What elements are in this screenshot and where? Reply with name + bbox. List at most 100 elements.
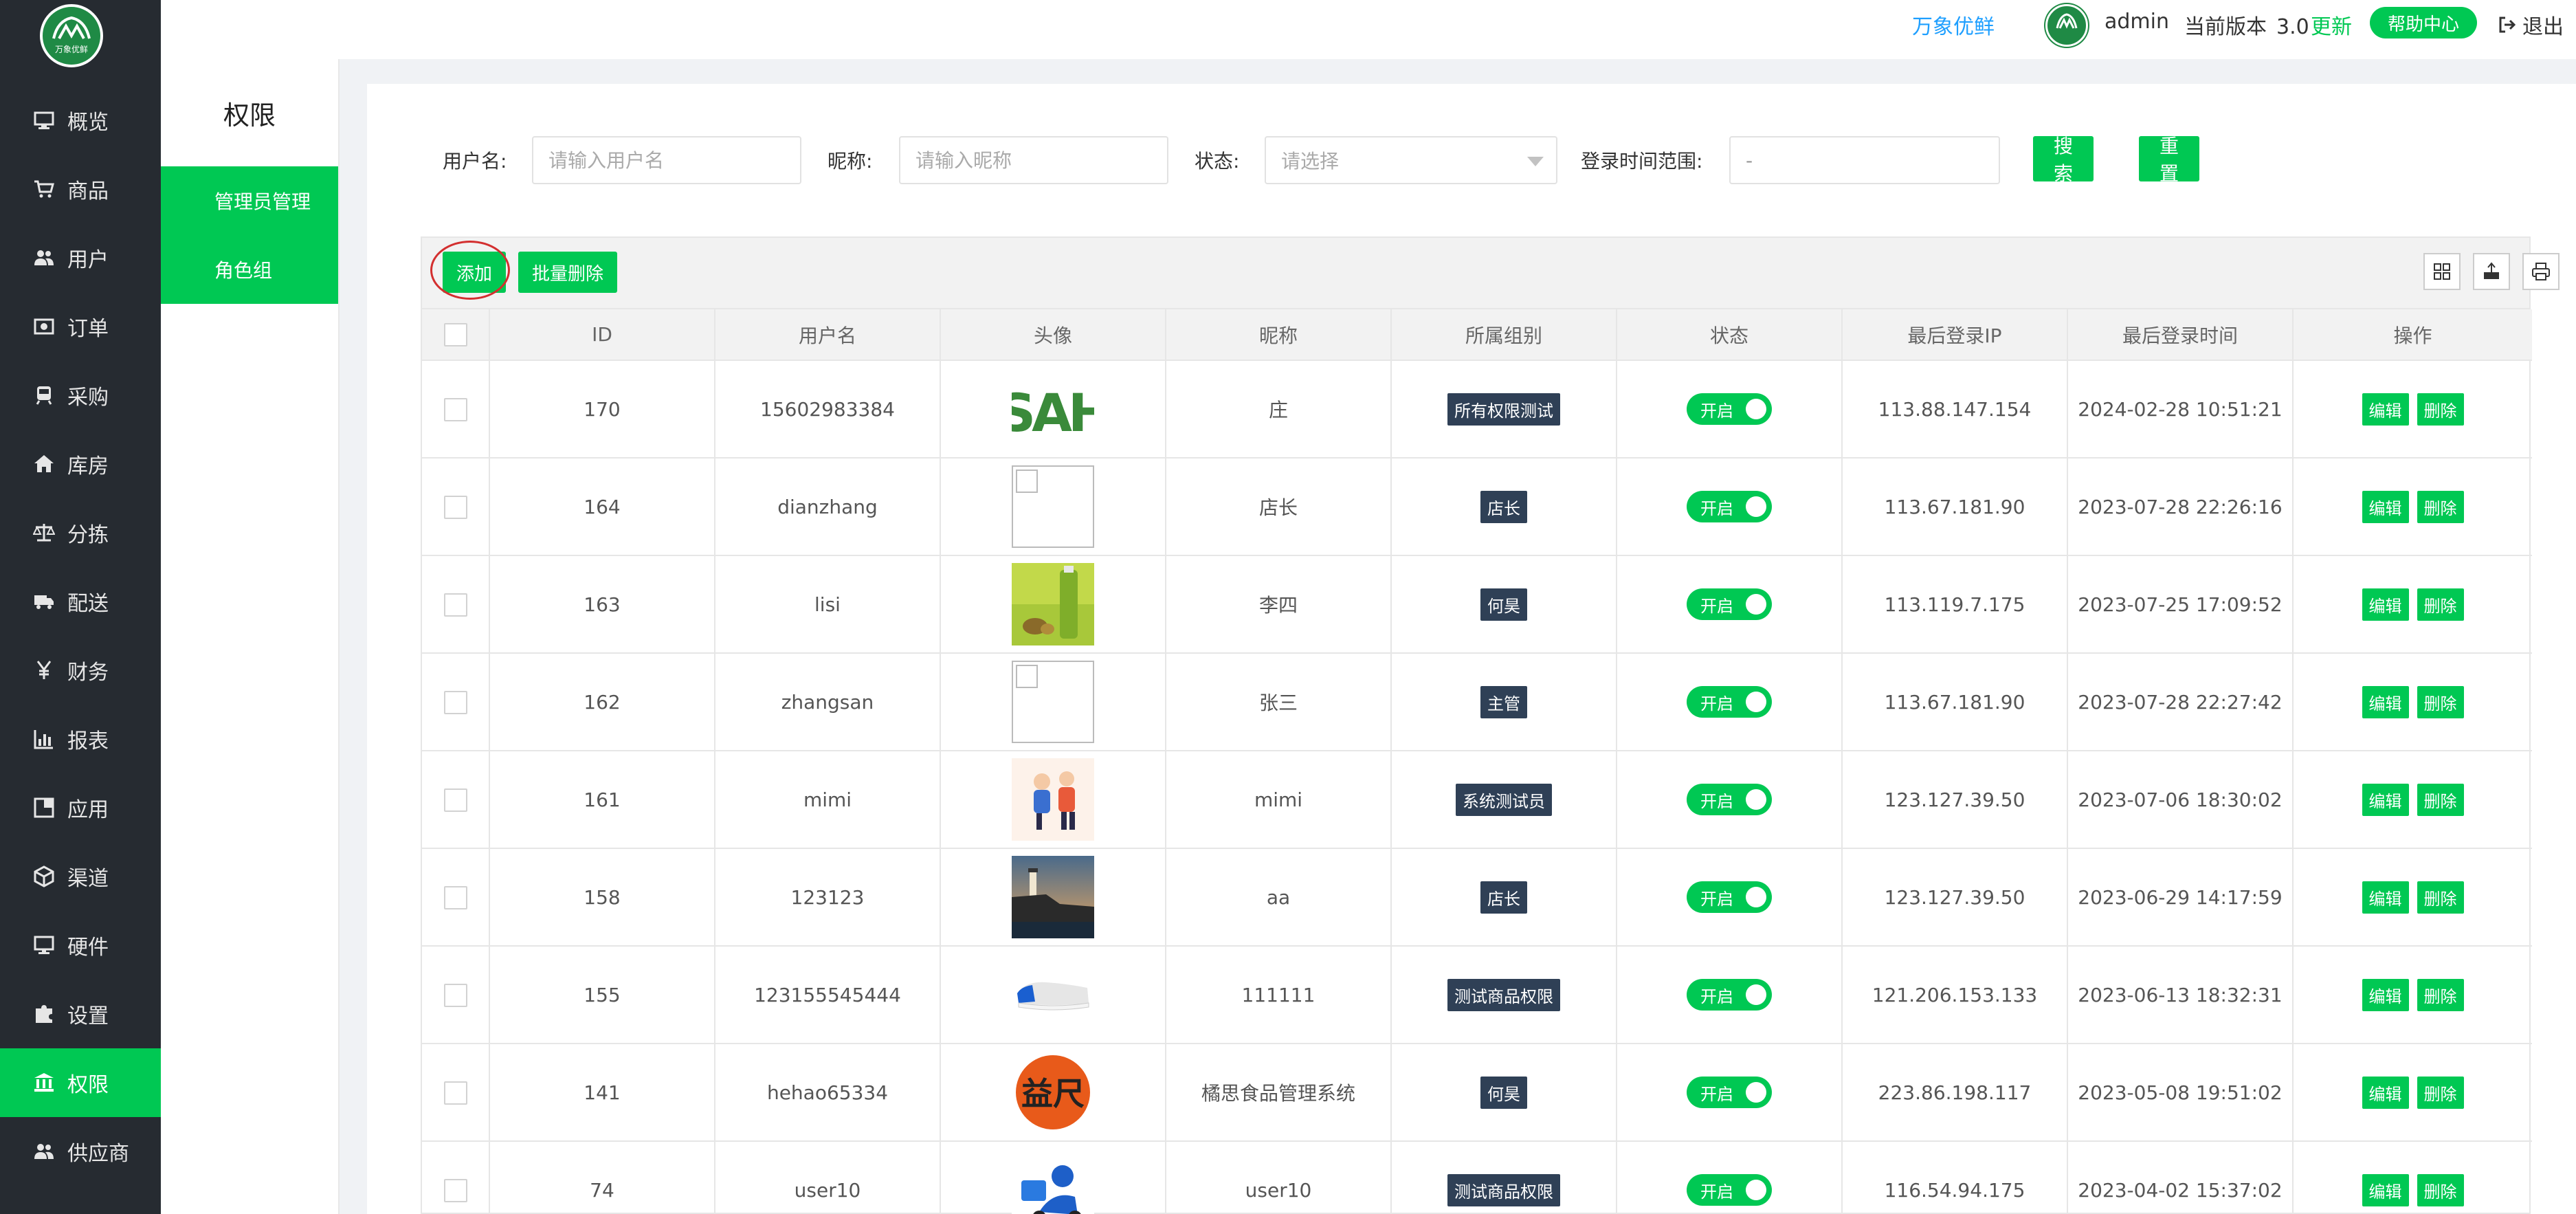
column-header[interactable]: 用户名 bbox=[715, 309, 941, 361]
sidebar-item[interactable]: 渠道 bbox=[0, 842, 161, 911]
row-select-cell[interactable] bbox=[422, 458, 490, 556]
status-toggle[interactable]: 开启 bbox=[1687, 588, 1772, 620]
delete-button[interactable]: 删除 bbox=[2417, 1173, 2464, 1206]
sidebar-item[interactable]: 商品 bbox=[0, 155, 161, 223]
column-header[interactable]: 最后登录时间 bbox=[2067, 309, 2294, 361]
header-select-all[interactable] bbox=[422, 309, 490, 361]
column-header[interactable]: 所属组别 bbox=[1391, 309, 1617, 361]
submenu-admin-management[interactable]: 管理员管理 bbox=[161, 166, 338, 235]
export-button[interactable] bbox=[2473, 253, 2510, 290]
edit-button[interactable]: 编辑 bbox=[2362, 1076, 2409, 1109]
status-toggle[interactable]: 开启 bbox=[1687, 1077, 1772, 1108]
column-header[interactable]: 状态 bbox=[1617, 309, 1843, 361]
row-checkbox[interactable] bbox=[443, 690, 467, 714]
row-select-cell[interactable] bbox=[422, 1141, 490, 1214]
delete-button[interactable]: 删除 bbox=[2417, 588, 2464, 621]
submenu-role-group[interactable]: 角色组 bbox=[161, 235, 338, 304]
row-select-cell[interactable] bbox=[422, 946, 490, 1044]
username-input[interactable] bbox=[532, 136, 801, 184]
print-button[interactable] bbox=[2522, 253, 2560, 290]
edit-button[interactable]: 编辑 bbox=[2362, 490, 2409, 523]
header-username[interactable]: admin bbox=[2105, 10, 2169, 34]
search-button[interactable]: 搜索 bbox=[2033, 135, 2094, 185]
column-header[interactable]: 头像 bbox=[940, 309, 1166, 361]
group-badge: 何昊 bbox=[1480, 588, 1527, 621]
row-checkbox[interactable] bbox=[443, 983, 467, 1007]
batch-delete-button[interactable]: 批量删除 bbox=[518, 252, 618, 293]
sidebar-item[interactable]: 概览 bbox=[0, 86, 161, 155]
delete-button[interactable]: 删除 bbox=[2417, 685, 2464, 718]
delete-button[interactable]: 删除 bbox=[2417, 978, 2464, 1011]
edit-button[interactable]: 编辑 bbox=[2362, 978, 2409, 1011]
sidebar-item[interactable]: 用户 bbox=[0, 223, 161, 292]
edit-button[interactable]: 编辑 bbox=[2362, 588, 2409, 621]
sidebar-item[interactable]: 应用 bbox=[0, 773, 161, 842]
delete-button[interactable]: 删除 bbox=[2417, 393, 2464, 426]
nickname-input[interactable] bbox=[899, 136, 1168, 184]
status-toggle[interactable]: 开启 bbox=[1687, 686, 1772, 718]
delete-button[interactable]: 删除 bbox=[2417, 783, 2464, 816]
cell-last-ip: 113.67.181.90 bbox=[1842, 653, 2068, 751]
group-badge: 系统测试员 bbox=[1456, 783, 1552, 816]
sidebar-item[interactable]: 权限 bbox=[0, 1048, 161, 1117]
delete-button[interactable]: 删除 bbox=[2417, 490, 2464, 523]
edit-button[interactable]: 编辑 bbox=[2362, 393, 2409, 426]
sidebar-item[interactable]: 采购 bbox=[0, 361, 161, 430]
row-checkbox[interactable] bbox=[443, 885, 467, 909]
help-center-button[interactable]: 帮助中心 bbox=[2370, 7, 2478, 38]
select-all-checkbox[interactable] bbox=[443, 323, 467, 346]
reset-button[interactable]: 重置 bbox=[2139, 135, 2200, 185]
row-checkbox[interactable] bbox=[443, 397, 467, 421]
column-header[interactable]: 操作 bbox=[2293, 309, 2532, 361]
logout-button[interactable]: 退出 bbox=[2498, 10, 2564, 40]
column-header[interactable]: 昵称 bbox=[1166, 309, 1392, 361]
update-link[interactable]: 更新 bbox=[2311, 10, 2352, 40]
row-select-cell[interactable] bbox=[422, 1044, 490, 1142]
row-select-cell[interactable] bbox=[422, 848, 490, 947]
status-toggle[interactable]: 开启 bbox=[1687, 979, 1772, 1011]
sidebar-item[interactable]: 报表 bbox=[0, 705, 161, 773]
table-row: 141 hehao65334 益尺 橘思食品管理系统 何昊 开启 223.86.198.11… bbox=[422, 1044, 2532, 1142]
delete-button[interactable]: 删除 bbox=[2417, 881, 2464, 914]
row-select-cell[interactable] bbox=[422, 751, 490, 849]
edit-button[interactable]: 编辑 bbox=[2362, 881, 2409, 914]
row-select-cell[interactable] bbox=[422, 360, 490, 459]
sidebar-item[interactable]: 设置 bbox=[0, 980, 161, 1048]
row-checkbox[interactable] bbox=[443, 495, 467, 519]
row-checkbox[interactable] bbox=[443, 1081, 467, 1105]
status-toggle-label: 开启 bbox=[1700, 498, 1733, 518]
brand-logo[interactable]: 万象优鲜 bbox=[40, 4, 103, 67]
edit-button[interactable]: 编辑 bbox=[2362, 783, 2409, 816]
sidebar-item[interactable]: 分拣 bbox=[0, 498, 161, 567]
column-header[interactable]: ID bbox=[489, 309, 715, 361]
sidebar-item[interactable]: 订单 bbox=[0, 292, 161, 361]
row-checkbox[interactable] bbox=[443, 593, 467, 617]
status-toggle[interactable]: 开启 bbox=[1687, 881, 1772, 913]
sidebar-item[interactable]: 库房 bbox=[0, 430, 161, 498]
row-checkbox[interactable] bbox=[443, 788, 467, 812]
edit-button[interactable]: 编辑 bbox=[2362, 685, 2409, 718]
delete-button[interactable]: 删除 bbox=[2417, 1076, 2464, 1109]
header-brand-link[interactable]: 万象优鲜 bbox=[1912, 10, 1995, 40]
row-select-cell[interactable] bbox=[422, 653, 490, 751]
status-toggle[interactable]: 开启 bbox=[1687, 491, 1772, 522]
table-row: 161 mimi mimi 系统测试员 开启 123.127.39.50 2023-07-0… bbox=[422, 751, 2532, 849]
status-toggle[interactable]: 开启 bbox=[1687, 1174, 1772, 1206]
sidebar-item[interactable]: 财务 bbox=[0, 636, 161, 705]
edit-button[interactable]: 编辑 bbox=[2362, 1173, 2409, 1206]
status-toggle[interactable]: 开启 bbox=[1687, 784, 1772, 815]
add-button[interactable]: 添加 bbox=[443, 252, 507, 293]
column-header[interactable]: 最后登录IP bbox=[1842, 309, 2068, 361]
columns-filter-button[interactable] bbox=[2423, 253, 2461, 290]
sidebar-item[interactable]: 配送 bbox=[0, 567, 161, 636]
header-avatar[interactable] bbox=[2045, 4, 2088, 47]
row-select-cell[interactable] bbox=[422, 555, 490, 654]
sidebar-item[interactable]: 硬件 bbox=[0, 911, 161, 980]
cell-nickname: 111111 bbox=[1166, 946, 1392, 1044]
row-checkbox[interactable] bbox=[443, 1178, 467, 1202]
login-time-range-input[interactable]: - bbox=[1729, 136, 2000, 184]
sidebar-item[interactable]: 供应商 bbox=[0, 1117, 161, 1186]
status-select[interactable]: 请选择 bbox=[1265, 136, 1557, 184]
sidebar-item-label: 库房 bbox=[67, 454, 109, 478]
status-toggle[interactable]: 开启 bbox=[1687, 393, 1772, 425]
